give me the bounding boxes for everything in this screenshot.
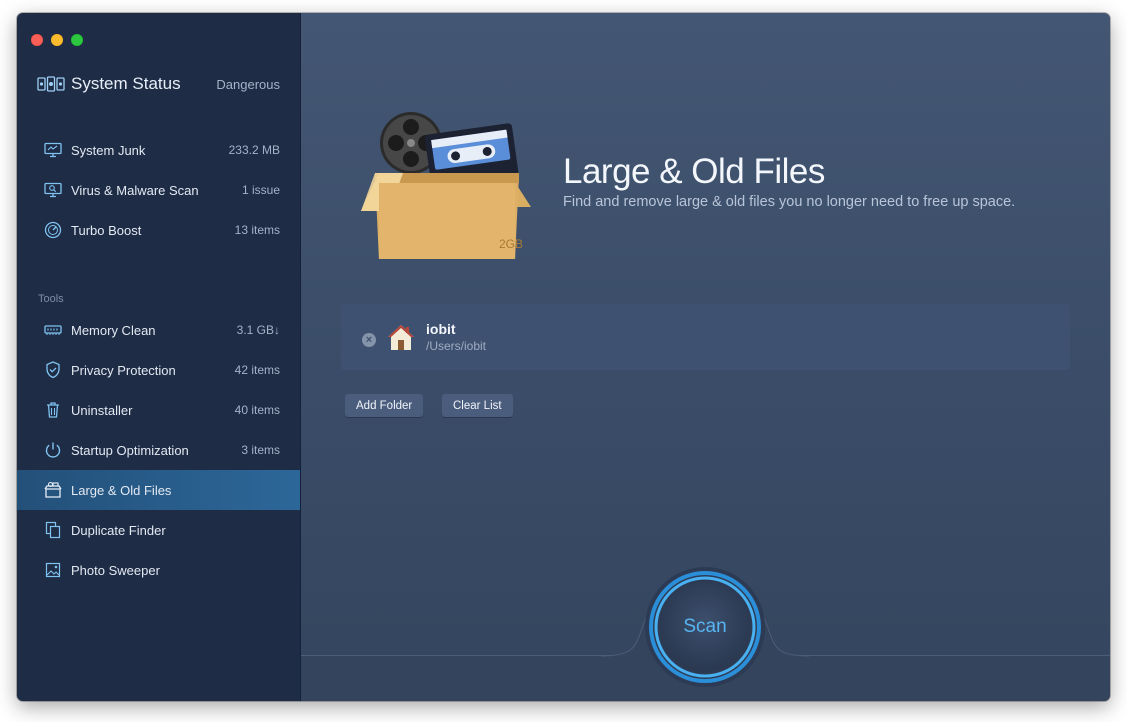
sidebar-item-privacy-protection[interactable]: Privacy Protection 42 items — [17, 350, 300, 390]
main-panel: 2GB Large & Old Files Find and remove la… — [301, 13, 1110, 701]
sidebar-item-count: 40 items — [234, 403, 280, 417]
duplicate-icon — [44, 521, 62, 539]
sidebar-item-count: 233.2 MB — [228, 143, 280, 157]
folder-list: × iobit /Users/iobit — [341, 304, 1070, 370]
monitor-icon — [44, 141, 62, 159]
sidebar-item-memory-clean[interactable]: Memory Clean 3.1 GB↓ — [17, 310, 300, 350]
trash-icon — [44, 401, 62, 419]
sidebar-item-virus-malware-scan[interactable]: Virus & Malware Scan 1 issue — [17, 170, 300, 210]
close-window-button[interactable] — [31, 34, 43, 46]
system-status-value: Dangerous — [216, 76, 280, 92]
sidebar-item-uninstaller[interactable]: Uninstaller 40 items — [17, 390, 300, 430]
sidebar-item-label: Duplicate Finder — [71, 522, 166, 538]
sidebar-item-label: Large & Old Files — [71, 482, 172, 498]
memory-chip-icon — [44, 321, 62, 339]
sidebar-item-system-junk[interactable]: System Junk 233.2 MB — [17, 130, 300, 170]
sidebar-item-label: System Junk — [71, 142, 146, 158]
system-status-icon — [37, 76, 65, 92]
sidebar-item-label: Startup Optimization — [71, 442, 189, 458]
scan-button-label: Scan — [683, 616, 727, 637]
system-status-title: System Status — [71, 74, 181, 93]
sidebar-item-label: Uninstaller — [71, 402, 133, 418]
sidebar-item-count: 3 items — [241, 443, 280, 457]
system-status-row[interactable]: System Status Dangerous — [37, 71, 280, 97]
sidebar-item-label: Virus & Malware Scan — [71, 182, 199, 198]
power-icon — [44, 441, 62, 459]
minimize-window-button[interactable] — [51, 34, 63, 46]
window-controls — [31, 34, 83, 46]
page-title: Large & Old Files — [563, 152, 825, 191]
home-folder-icon — [388, 325, 414, 350]
sidebar-item-count: 42 items — [234, 363, 280, 377]
sidebar-item-label: Turbo Boost — [71, 222, 142, 238]
sidebar-item-count: 1 issue — [241, 183, 280, 197]
virus-scan-icon — [44, 181, 62, 199]
sidebar-item-turbo-boost[interactable]: Turbo Boost 13 items — [17, 210, 300, 250]
sidebar-item-count: 13 items — [234, 223, 280, 237]
zoom-window-button[interactable] — [71, 34, 83, 46]
sidebar-item-label: Memory Clean — [71, 322, 156, 338]
remove-folder-icon[interactable]: × — [362, 333, 376, 347]
app-window: System Status Dangerous System Junk 233.… — [17, 13, 1110, 701]
tools-section-label: Tools — [38, 293, 64, 305]
sidebar-item-duplicate-finder[interactable]: Duplicate Finder — [17, 510, 300, 550]
sidebar-item-startup-optimization[interactable]: Startup Optimization 3 items — [17, 430, 300, 470]
photo-icon — [44, 561, 62, 579]
shield-icon — [44, 361, 62, 379]
add-folder-button[interactable]: Add Folder — [345, 394, 424, 417]
folder-name: iobit — [426, 321, 456, 337]
folder-path: /Users/iobit — [426, 339, 487, 353]
box-size-label: 2GB — [499, 237, 524, 251]
sidebar-item-large-old-files[interactable]: Large & Old Files — [17, 470, 300, 510]
sidebar-item-count: 3.1 GB↓ — [236, 323, 280, 337]
clear-list-button[interactable]: Clear List — [442, 394, 513, 417]
speedometer-icon — [44, 221, 62, 239]
box-icon — [44, 481, 62, 499]
sidebar-item-photo-sweeper[interactable]: Photo Sweeper — [17, 550, 300, 590]
scan-button[interactable]: Scan — [643, 565, 767, 689]
page-subtitle: Find and remove large & old files you no… — [563, 194, 1016, 210]
sidebar: System Status Dangerous System Junk 233.… — [17, 13, 301, 701]
sidebar-item-label: Privacy Protection — [71, 362, 176, 378]
sidebar-item-label: Photo Sweeper — [71, 562, 160, 578]
